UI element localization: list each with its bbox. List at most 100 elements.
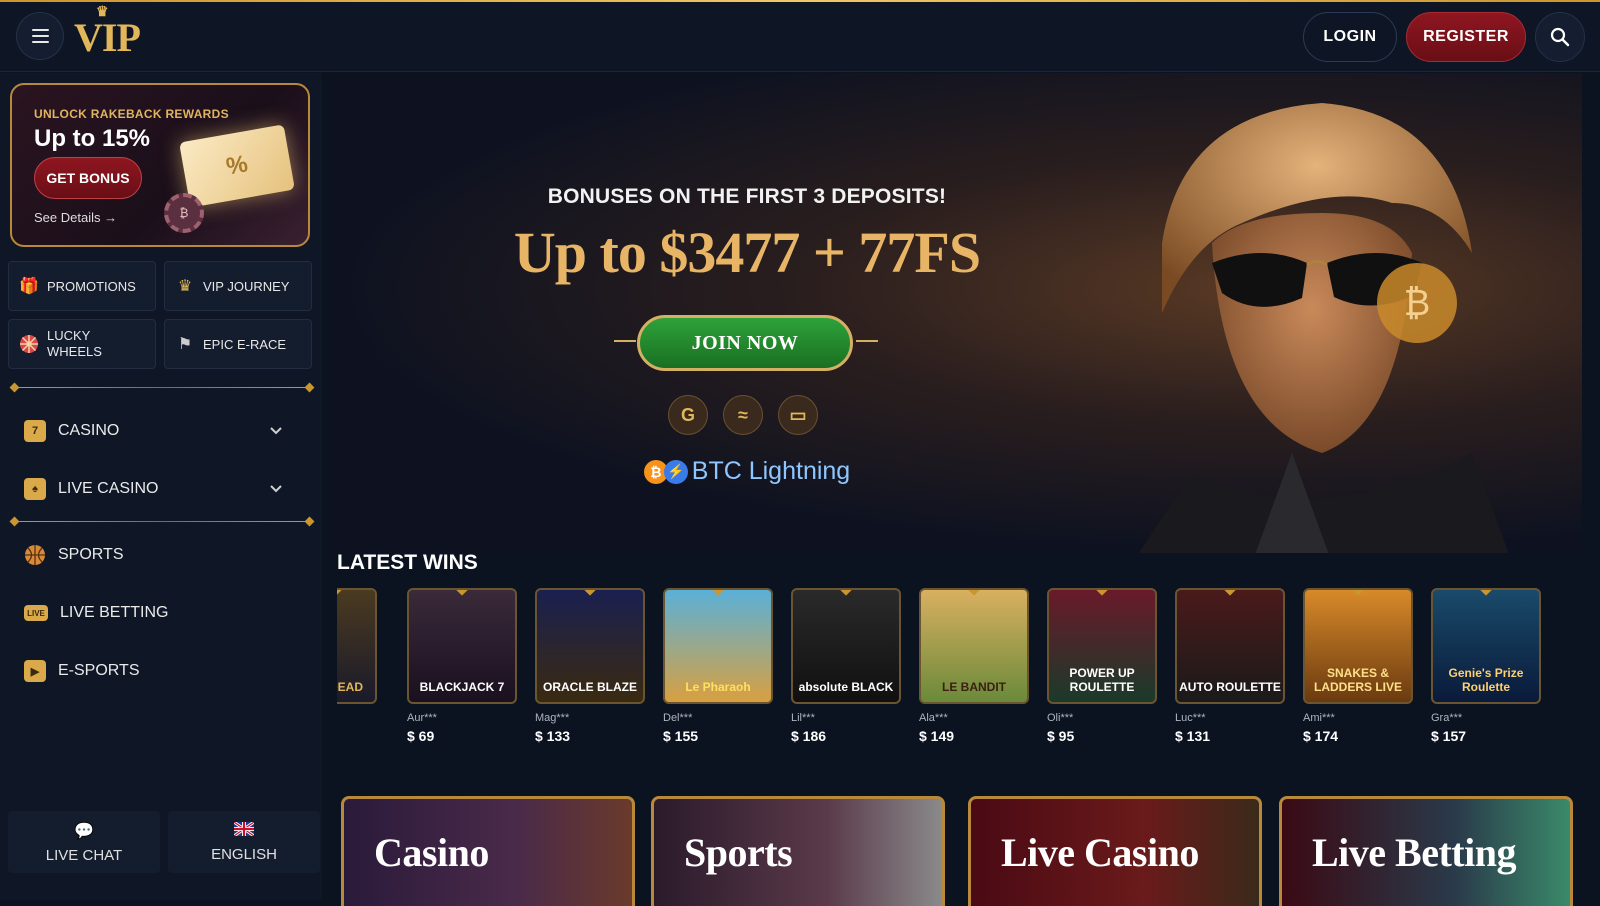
menu-toggle-icon[interactable]	[16, 12, 64, 60]
search-icon[interactable]	[1535, 12, 1585, 62]
winner-name: Lil***	[791, 712, 815, 724]
lightning-icon: ⚡	[663, 459, 688, 484]
win-amount: $ 95	[1047, 728, 1075, 744]
sidebar-item-label: SPORTS	[58, 546, 124, 563]
quick-link-epic-e-race[interactable]: ⚑ EPIC E-RACE	[164, 319, 312, 369]
crown-icon: ♛	[96, 5, 109, 20]
sidebar-divider	[14, 521, 310, 522]
chevron-down-icon[interactable]	[268, 481, 284, 497]
chevron-down-icon[interactable]	[268, 423, 284, 439]
hero-subtitle: BONUSES ON THE FIRST 3 DEPOSITS!	[547, 185, 947, 208]
race-flag-icon: ⚑	[177, 336, 193, 353]
category-tile-sports[interactable]: Sports	[651, 796, 945, 906]
cta-wing-right	[856, 340, 878, 342]
rakeback-kicker: UNLOCK RAKEBACK REWARDS	[34, 107, 229, 121]
category-tile-casino[interactable]: Casino	[341, 796, 635, 906]
win-amount: $ 157	[1431, 728, 1467, 744]
language-selector[interactable]: ENGLISH	[168, 811, 320, 873]
win-amount: $ 155	[663, 728, 699, 744]
category-tile-live-betting[interactable]: Live Betting	[1279, 796, 1573, 906]
btc-lightning-badge: ₿ ⚡ BTC Lightning	[332, 457, 1162, 486]
quick-link-vip-journey[interactable]: ♛ VIP JOURNEY	[164, 261, 312, 311]
win-amount: $ 174	[1303, 728, 1339, 744]
latest-win-card[interactable]: absolute BLACK Lil*** $ 186	[791, 588, 901, 744]
get-bonus-button[interactable]: GET BONUS	[34, 157, 142, 199]
cta-wing-left	[614, 340, 636, 342]
winner-name: Oli***	[1047, 712, 1074, 724]
rakeback-promo-card[interactable]: UNLOCK RAKEBACK REWARDS Up to 15% GET BO…	[10, 83, 310, 247]
sidebar-item-casino[interactable]: 7 CASINO	[24, 411, 294, 451]
latest-win-card[interactable]: Le Pharaoh Del*** $ 155	[663, 588, 773, 744]
latest-win-card[interactable]: Genie's Prize Roulette Gra*** $ 157	[1431, 588, 1541, 744]
site-logo[interactable]: ♛ VIP	[74, 5, 141, 61]
win-amount: $ 186	[791, 728, 827, 744]
quick-link-label: VIP JOURNEY	[203, 278, 290, 294]
game-thumbnail[interactable]: Genie's Prize Roulette	[1431, 588, 1541, 704]
winner-name: Ala***	[919, 712, 948, 724]
card-icon: ▭	[778, 395, 818, 435]
bitcoin-chip-icon: ₿	[164, 193, 204, 233]
see-details-link[interactable]: See Details →	[34, 210, 117, 225]
basketball-icon	[24, 544, 46, 566]
live-chat-label: LIVE CHAT	[45, 846, 123, 864]
latest-win-card[interactable]: OF DEAD	[337, 588, 377, 704]
language-label: ENGLISH	[211, 845, 277, 863]
slot-machine-icon: 7	[24, 420, 46, 442]
sidebar-divider	[14, 387, 310, 388]
win-amount: $ 131	[1175, 728, 1211, 744]
svg-text:₿: ₿	[1404, 283, 1431, 324]
game-thumbnail[interactable]: SNAKES & LADDERS LIVE	[1303, 588, 1413, 704]
sidebar-item-live-casino[interactable]: ♠ LIVE CASINO	[24, 469, 294, 509]
main-content: ₿ BONUSES ON THE FIRST 3 DEPOSITS! Up to…	[322, 73, 1600, 906]
sidebar-item-label: LIVE BETTING	[60, 604, 169, 621]
rakeback-headline: Up to 15%	[34, 125, 151, 152]
ticket-icon: %	[179, 124, 295, 208]
win-amount: $ 133	[535, 728, 571, 744]
sidebar-item-label: CASINO	[58, 422, 120, 439]
wallet-wave-icon: ≈	[723, 395, 763, 435]
live-chat-button[interactable]: 💬 LIVE CHAT	[8, 811, 160, 873]
latest-win-card[interactable]: ORACLE BLAZE Mag*** $ 133	[535, 588, 645, 744]
login-button[interactable]: LOGIN	[1303, 12, 1397, 62]
uk-flag-icon	[233, 820, 255, 840]
game-thumbnail[interactable]: ORACLE BLAZE	[535, 588, 645, 704]
latest-wins-title: LATEST WINS	[337, 551, 478, 574]
btc-lightning-label: BTC Lightning	[691, 457, 851, 485]
sidebar-item-label: E-SPORTS	[58, 662, 140, 679]
category-tile-live-casino[interactable]: Live Casino	[968, 796, 1262, 906]
quick-link-promotions[interactable]: 🎁 PROMOTIONS	[8, 261, 156, 311]
win-amount: $ 149	[919, 728, 955, 744]
quick-link-label: LUCKY WHEELS	[47, 327, 102, 359]
register-button[interactable]: REGISTER	[1406, 12, 1526, 62]
hero-banner[interactable]: ₿ BONUSES ON THE FIRST 3 DEPOSITS! Up to…	[332, 73, 1582, 553]
join-now-button[interactable]: JOIN NOW	[637, 315, 853, 371]
winner-name: Del***	[663, 712, 693, 724]
live-badge-icon: LIVE	[24, 605, 48, 621]
sidebar-item-sports[interactable]: SPORTS	[24, 535, 294, 575]
game-thumbnail[interactable]: BLACKJACK 7	[407, 588, 517, 704]
latest-win-card[interactable]: AUTO ROULETTE Luc*** $ 131	[1175, 588, 1285, 744]
latest-win-card[interactable]: BLACKJACK 7 Aur*** $ 69	[407, 588, 517, 744]
live-dealer-icon: ♠	[24, 478, 46, 500]
latest-win-card[interactable]: POWER UP ROULETTE Oli*** $ 95	[1047, 588, 1157, 744]
winner-name: Ami***	[1303, 712, 1335, 724]
google-pay-icon: G	[668, 395, 708, 435]
gift-icon: 🎁	[19, 278, 39, 295]
game-thumbnail[interactable]: Le Pharaoh	[663, 588, 773, 704]
play-icon: ▶	[24, 660, 46, 682]
latest-wins-strip: OF DEAD BLACKJACK 7 Aur*** $ 69 ORACLE B…	[337, 588, 1587, 753]
quick-link-label: PROMOTIONS	[47, 278, 136, 294]
latest-win-card[interactable]: LE BANDIT Ala*** $ 149	[919, 588, 1029, 744]
sidebar-item-live-betting[interactable]: LIVE LIVE BETTING	[24, 593, 294, 633]
latest-win-card[interactable]: SNAKES & LADDERS LIVE Ami*** $ 174	[1303, 588, 1413, 744]
game-thumbnail[interactable]: LE BANDIT	[919, 588, 1029, 704]
winner-name: Aur***	[407, 712, 437, 724]
game-thumbnail[interactable]: absolute BLACK	[791, 588, 901, 704]
sidebar-item-e-sports[interactable]: ▶ E-SPORTS	[24, 651, 294, 691]
game-thumbnail[interactable]: AUTO ROULETTE	[1175, 588, 1285, 704]
sidebar: UNLOCK RAKEBACK REWARDS Up to 15% GET BO…	[0, 73, 322, 900]
game-thumbnail[interactable]: POWER UP ROULETTE	[1047, 588, 1157, 704]
quick-link-lucky-wheels[interactable]: LUCKY WHEELS	[8, 319, 156, 369]
game-thumbnail[interactable]: OF DEAD	[337, 588, 377, 704]
winner-name: Gra***	[1431, 712, 1463, 724]
